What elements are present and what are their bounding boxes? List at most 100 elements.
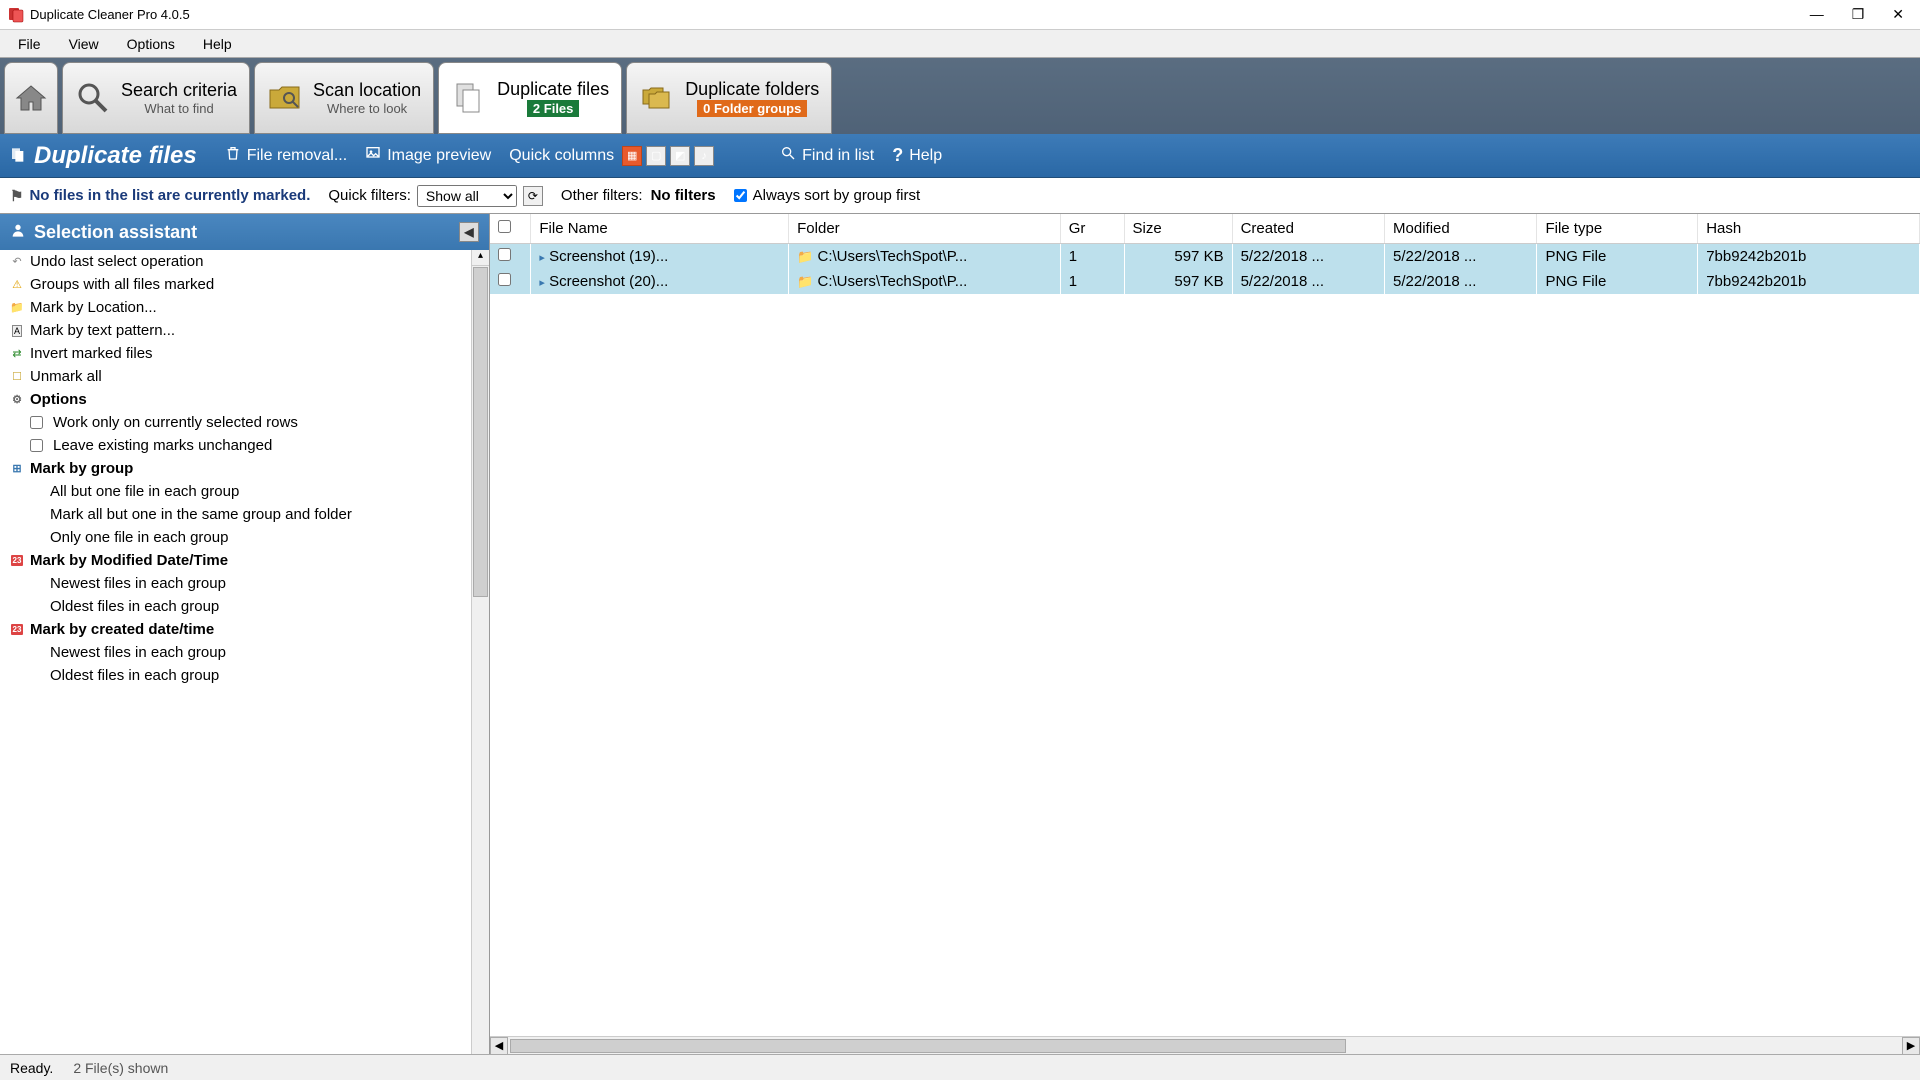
statusbar: Ready. 2 File(s) shown: [0, 1054, 1920, 1080]
quick-filters-select[interactable]: Show all: [417, 185, 517, 207]
row-1-checkbox[interactable]: [498, 273, 511, 286]
sidebar-item-11-label: Mark all but one in the same group and f…: [50, 506, 352, 523]
table-row[interactable]: ▸ Screenshot (20)...📁 C:\Users\TechSpot\…: [490, 269, 1920, 294]
other-filters-value: No filters: [651, 187, 716, 204]
table-row[interactable]: ▸ Screenshot (19)...📁 C:\Users\TechSpot\…: [490, 244, 1920, 270]
menu-file[interactable]: File: [4, 32, 55, 56]
help-button[interactable]: ? Help: [892, 145, 942, 166]
sidebar-item-15[interactable]: Oldest files in each group: [0, 595, 471, 618]
menu-help[interactable]: Help: [189, 32, 246, 56]
column-modified[interactable]: Modified: [1385, 214, 1537, 244]
sidebar-scrollbar[interactable]: ▴: [471, 250, 489, 1054]
sidebar-item-2-icon: 📁: [10, 301, 24, 315]
status-files-shown: 2 File(s) shown: [73, 1060, 168, 1076]
quick-filters-label: Quick filters:: [328, 187, 411, 204]
sidebar-item-5[interactable]: ☐Unmark all: [0, 365, 471, 388]
column-size[interactable]: Size: [1124, 214, 1232, 244]
tab-scan-location-title: Scan location: [313, 80, 421, 101]
tab-search-criteria-title: Search criteria: [121, 80, 237, 101]
image-preview-button[interactable]: Image preview: [365, 145, 491, 166]
tab-scan-location-sub: Where to look: [327, 101, 407, 116]
scroll-left-button[interactable]: ◀: [490, 1037, 508, 1055]
marked-info-text: No files in the list are currently marke…: [29, 187, 310, 204]
selection-assistant-list: ↶Undo last select operation⚠Groups with …: [0, 250, 471, 1054]
table-horizontal-scrollbar[interactable]: ◀ ▶: [490, 1036, 1920, 1054]
sidebar-item-11[interactable]: Mark all but one in the same group and f…: [0, 503, 471, 526]
selection-assistant-header: Selection assistant ◀: [0, 214, 489, 250]
tab-duplicate-files[interactable]: Duplicate files 2 Files: [438, 62, 622, 134]
sidebar-item-8-label: Leave existing marks unchanged: [53, 437, 272, 454]
tab-search-criteria-sub: What to find: [144, 101, 213, 116]
quick-columns-image-button[interactable]: ▢: [646, 146, 666, 166]
sidebar-item-13-label: Mark by Modified Date/Time: [30, 552, 228, 569]
sort-by-group-input[interactable]: [734, 189, 747, 202]
sidebar-item-7-label: Work only on currently selected rows: [53, 414, 298, 431]
sidebar-item-2-label: Mark by Location...: [30, 299, 157, 316]
quick-filters-refresh-button[interactable]: ⟳: [523, 186, 543, 206]
duplicate-files-table-area: File Name Folder Gr Size Created Modifie…: [490, 214, 1920, 1054]
tab-search-criteria[interactable]: Search criteria What to find: [62, 62, 250, 134]
tab-duplicate-files-title: Duplicate files: [497, 79, 609, 100]
sidebar-item-1[interactable]: ⚠Groups with all files marked: [0, 273, 471, 296]
maximize-button[interactable]: ❐: [1852, 6, 1865, 23]
row-0-checkbox[interactable]: [498, 248, 511, 261]
image-preview-icon: [365, 145, 381, 166]
sidebar-item-0[interactable]: ↶Undo last select operation: [0, 250, 471, 273]
sidebar-item-16: 23Mark by created date/time: [0, 618, 471, 641]
trash-icon: [225, 145, 241, 166]
row-0-filename: Screenshot (19)...: [549, 248, 668, 265]
column-group[interactable]: Gr: [1060, 214, 1124, 244]
sidebar-item-10[interactable]: All but one file in each group: [0, 480, 471, 503]
sidebar-item-8[interactable]: Leave existing marks unchanged: [0, 434, 471, 457]
duplicate-files-section-icon: [10, 142, 26, 170]
magnifier-icon: [75, 80, 111, 116]
find-in-list-button[interactable]: Find in list: [780, 145, 874, 166]
tab-duplicate-folders[interactable]: Duplicate folders 0 Folder groups: [626, 62, 832, 134]
sidebar-item-12[interactable]: Only one file in each group: [0, 526, 471, 549]
duplicate-files-icon: [451, 80, 487, 116]
row-1-filetype: PNG File: [1537, 269, 1698, 294]
sidebar-item-9-icon: ⊞: [10, 462, 24, 476]
tab-scan-location[interactable]: Scan location Where to look: [254, 62, 434, 134]
file-icon: ▸: [539, 277, 545, 289]
file-removal-button[interactable]: File removal...: [225, 145, 347, 166]
menu-view[interactable]: View: [55, 32, 113, 56]
sidebar-item-17[interactable]: Newest files in each group: [0, 641, 471, 664]
row-0-modified: 5/22/2018 ...: [1385, 244, 1537, 270]
sidebar-item-8-checkbox[interactable]: [30, 439, 43, 452]
sidebar-item-3[interactable]: AMark by text pattern...: [0, 319, 471, 342]
column-hash[interactable]: Hash: [1698, 214, 1920, 244]
quick-columns-picture-button[interactable]: ◩: [670, 146, 690, 166]
duplicate-files-table: File Name Folder Gr Size Created Modifie…: [490, 214, 1920, 294]
column-checkbox[interactable]: [490, 214, 531, 244]
sidebar-item-7-checkbox[interactable]: [30, 416, 43, 429]
sidebar-item-7[interactable]: Work only on currently selected rows: [0, 411, 471, 434]
menubar: File View Options Help: [0, 30, 1920, 58]
section-toolbar: Duplicate files File removal... Image pr…: [0, 134, 1920, 178]
minimize-button[interactable]: —: [1810, 6, 1824, 23]
column-filename[interactable]: File Name: [531, 214, 789, 244]
column-created[interactable]: Created: [1232, 214, 1384, 244]
sidebar-item-14[interactable]: Newest files in each group: [0, 572, 471, 595]
sidebar-collapse-button[interactable]: ◀: [459, 222, 479, 242]
quick-columns-grid-button[interactable]: ▦: [622, 146, 642, 166]
row-0-group: 1: [1060, 244, 1124, 270]
duplicate-folders-icon: [639, 80, 675, 116]
sort-by-group-checkbox[interactable]: Always sort by group first: [734, 187, 921, 204]
column-folder[interactable]: Folder: [789, 214, 1061, 244]
search-icon: [780, 145, 796, 166]
sidebar-item-2[interactable]: 📁 Mark by Location...: [0, 296, 471, 319]
row-1-group: 1: [1060, 269, 1124, 294]
row-1-folder: C:\Users\TechSpot\P...: [818, 273, 968, 290]
menu-options[interactable]: Options: [113, 32, 189, 56]
column-filetype[interactable]: File type: [1537, 214, 1698, 244]
scroll-right-button[interactable]: ▶: [1902, 1037, 1920, 1055]
close-button[interactable]: ✕: [1892, 6, 1904, 23]
sidebar-item-15-label: Oldest files in each group: [50, 598, 219, 615]
sidebar-item-12-label: Only one file in each group: [50, 529, 228, 546]
main-tabstrip: Search criteria What to find Scan locati…: [0, 58, 1920, 134]
sidebar-item-4[interactable]: ⇄Invert marked files: [0, 342, 471, 365]
quick-columns-music-button[interactable]: ♪: [694, 146, 714, 166]
sidebar-item-18[interactable]: Oldest files in each group: [0, 664, 471, 687]
tab-home[interactable]: [4, 62, 58, 134]
